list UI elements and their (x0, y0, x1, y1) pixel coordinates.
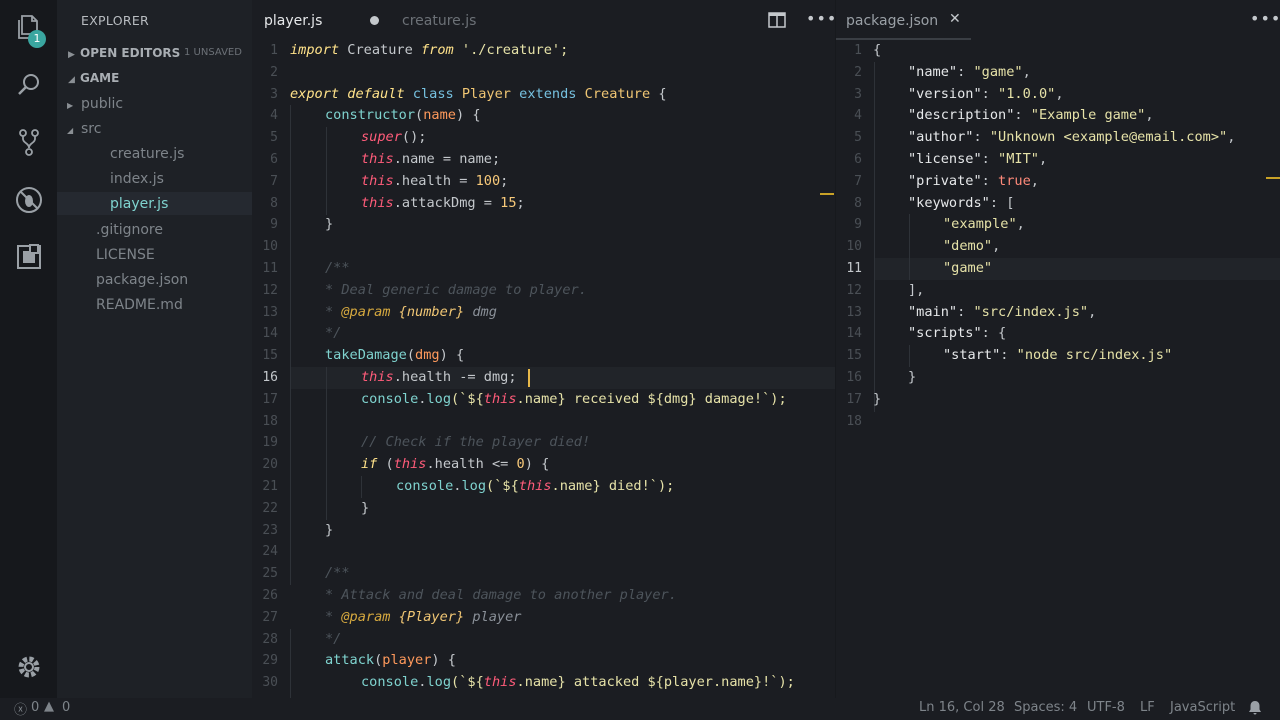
end-of-line[interactable]: LF (1140, 700, 1155, 715)
status-bar: ⓧ 0 ▲ 0 Ln 16, Col 28 Spaces: 4 UTF-8 LF… (0, 698, 1280, 720)
warning-count[interactable]: 0 (62, 700, 70, 715)
unsaved-count: 1 UNSAVED (184, 47, 242, 58)
tree-file-gitignore[interactable]: .gitignore (96, 219, 163, 241)
project-label: GAME (80, 71, 120, 85)
chevron-right-icon: ▶ (67, 101, 74, 110)
gear-icon[interactable] (14, 652, 44, 682)
cursor-position[interactable]: Ln 16, Col 28 (919, 700, 1005, 715)
more-actions-icon[interactable]: ••• (806, 9, 837, 28)
left-tab-bar: player.js creature.js ••• (252, 0, 837, 42)
tree-file-package-json[interactable]: package.json (96, 269, 188, 291)
project-section[interactable]: ◢ GAME (68, 71, 119, 85)
activity-bar: 1 (0, 0, 57, 698)
tree-folder-src[interactable]: ◢ src (67, 118, 101, 140)
tree-file-index[interactable]: index.js (110, 168, 164, 190)
tree-file-license[interactable]: LICENSE (96, 244, 155, 266)
player-js-editor[interactable]: 1 import Creature from './creature'; 2 3e… (252, 40, 835, 699)
open-editors-section[interactable]: ▶ OPEN EDITORS (68, 46, 180, 60)
source-control-icon[interactable] (14, 127, 44, 157)
open-editors-label: OPEN EDITORS (80, 46, 181, 60)
tree-file-creature[interactable]: creature.js (110, 143, 184, 165)
tree-file-player[interactable]: player.js (110, 193, 168, 215)
right-tab-bar: package.json ✕ ••• (836, 0, 1280, 42)
chevron-down-icon: ◢ (67, 126, 74, 135)
language-mode[interactable]: JavaScript (1170, 700, 1235, 715)
explorer-sidebar: EXPLORER ▶ OPEN EDITORS 1 UNSAVED ◢ GAME ▶… (57, 0, 252, 698)
current-line-highlight (874, 258, 1280, 280)
indentation[interactable]: Spaces: 4 (1014, 700, 1077, 715)
text-cursor (528, 369, 530, 387)
encoding[interactable]: UTF-8 (1087, 700, 1125, 715)
indent-guide (290, 629, 291, 699)
indent-guide (874, 62, 875, 412)
tree-folder-public[interactable]: ▶ public (67, 93, 123, 115)
more-actions-icon[interactable]: ••• (1250, 9, 1280, 28)
tab-package-json[interactable]: package.json (846, 0, 938, 42)
warning-icon[interactable]: ▲ (44, 699, 54, 714)
indent-guide (909, 345, 910, 367)
package-json-editor[interactable]: 1{ 2 "name": "game", 3 "version": "1.0.0",… (836, 40, 1280, 696)
indent-guide (326, 127, 327, 215)
indent-guide (361, 476, 362, 498)
bell-icon[interactable] (1248, 700, 1262, 719)
explorer-title: EXPLORER (81, 13, 150, 28)
close-tab-icon[interactable]: ✕ (949, 11, 961, 27)
chevron-down-icon: ◢ (68, 75, 75, 85)
indent-guide (290, 105, 291, 585)
debug-icon[interactable] (14, 185, 44, 215)
explorer-badge: 1 (28, 30, 46, 48)
tree-file-readme[interactable]: README.md (96, 294, 183, 316)
error-count[interactable]: 0 (31, 700, 39, 715)
tab-creature-js[interactable]: creature.js (402, 0, 476, 42)
indent-guide (326, 367, 327, 520)
split-editor-icon[interactable] (768, 12, 786, 32)
error-icon[interactable]: ⓧ (14, 699, 27, 718)
unsaved-dot-icon[interactable] (370, 16, 379, 25)
tab-player-js[interactable]: player.js (264, 0, 322, 42)
scrollbar-marker (1266, 177, 1280, 179)
search-icon[interactable] (14, 70, 44, 100)
indent-guide (909, 214, 910, 280)
chevron-right-icon: ▶ (68, 50, 75, 60)
extensions-icon[interactable] (14, 242, 44, 272)
